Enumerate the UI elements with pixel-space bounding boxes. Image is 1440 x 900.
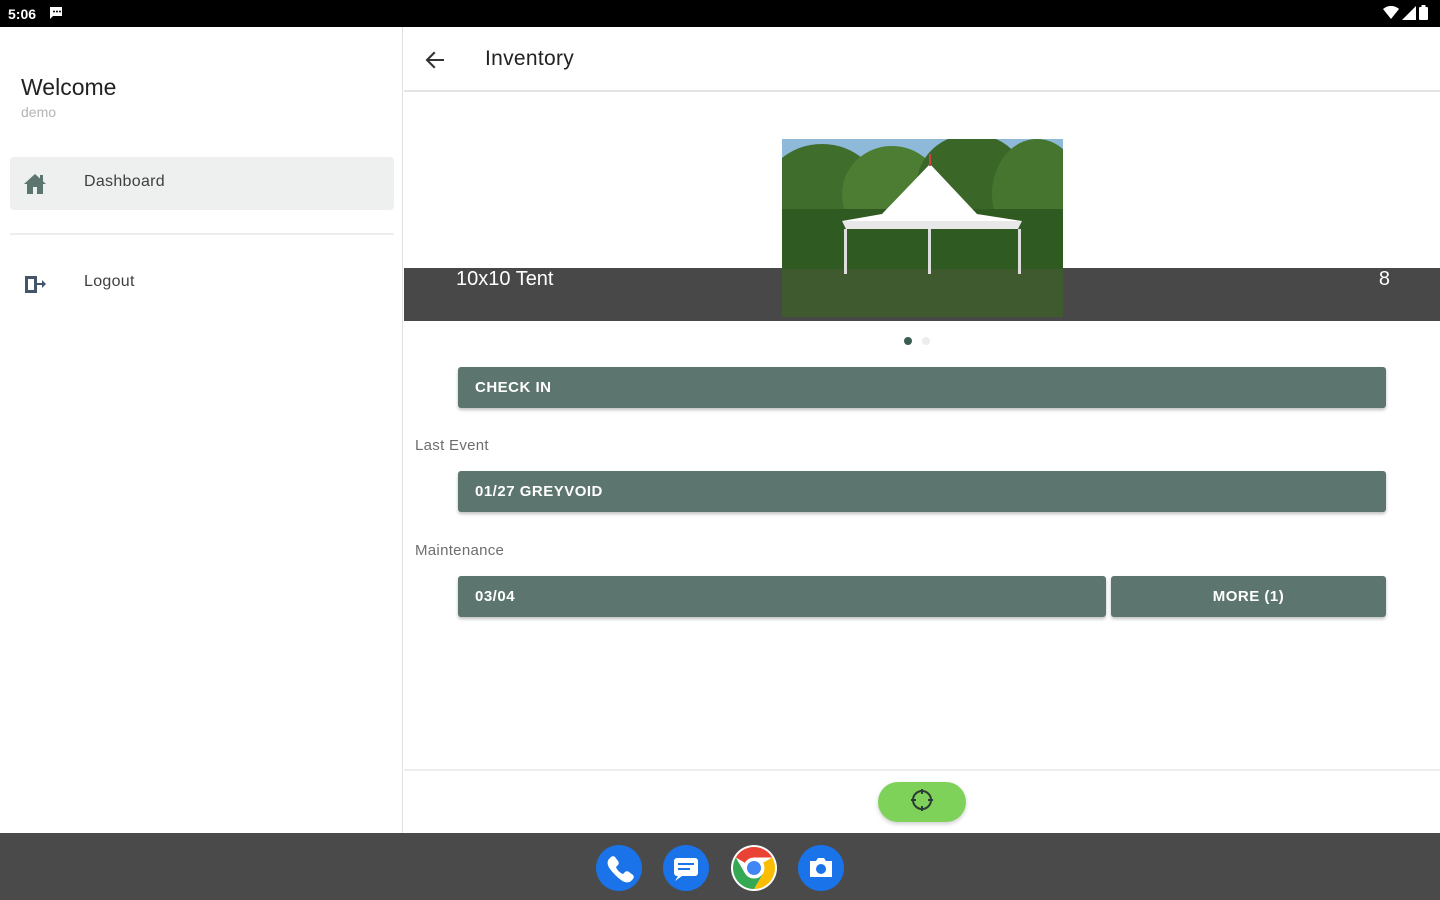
back-arrow-icon[interactable] xyxy=(420,45,450,75)
last-event-button[interactable]: 01/27 GREYVOID xyxy=(458,471,1386,512)
bottom-divider xyxy=(404,769,1440,771)
nav-item-logout[interactable]: Logout xyxy=(10,257,394,310)
tent-photo xyxy=(782,139,1063,317)
status-icons xyxy=(1383,5,1428,25)
chrome-app-icon[interactable] xyxy=(731,845,777,891)
item-quantity: 8 xyxy=(1378,268,1390,290)
more-maintenance-button[interactable]: MORE (1) xyxy=(1111,576,1386,617)
scan-button[interactable] xyxy=(878,782,966,822)
battery-icon xyxy=(1419,5,1428,25)
username: demo xyxy=(21,104,57,120)
scan-icon xyxy=(909,787,935,818)
nav-item-dashboard[interactable]: Dashboard xyxy=(10,157,394,210)
check-in-button[interactable]: CHECK IN xyxy=(458,367,1386,408)
item-image-carousel[interactable]: 10x10 Tent 8 xyxy=(404,93,1440,323)
logout-icon xyxy=(22,271,48,297)
status-time: 5:06 xyxy=(8,6,37,22)
status-bar: 5:06 xyxy=(0,0,1440,27)
item-name: 10x10 Tent xyxy=(456,268,554,290)
maintenance-label: Maintenance xyxy=(415,542,505,559)
maintenance-date-button[interactable]: 03/04 xyxy=(458,576,1106,617)
wifi-icon xyxy=(1383,5,1399,25)
messages-app-icon[interactable] xyxy=(663,845,709,891)
navigation-drawer: Welcome demo Dashboard Logout xyxy=(0,27,403,833)
home-icon xyxy=(22,171,48,197)
app-bar: Inventory xyxy=(404,27,1440,92)
system-taskbar xyxy=(0,833,1440,900)
drawer-divider xyxy=(10,233,394,235)
last-event-label: Last Event xyxy=(415,437,489,454)
nav-item-label: Logout xyxy=(84,273,135,290)
nav-item-label: Dashboard xyxy=(84,173,165,190)
carousel-dot[interactable] xyxy=(922,337,930,345)
chat-notification-icon xyxy=(48,5,64,26)
phone-app-icon[interactable] xyxy=(596,845,642,891)
signal-icon xyxy=(1402,5,1416,25)
carousel-dot-active[interactable] xyxy=(904,337,912,345)
welcome-title: Welcome xyxy=(21,74,117,100)
carousel-indicator xyxy=(904,337,930,345)
page-title: Inventory xyxy=(485,47,575,70)
camera-app-icon[interactable] xyxy=(798,845,844,891)
